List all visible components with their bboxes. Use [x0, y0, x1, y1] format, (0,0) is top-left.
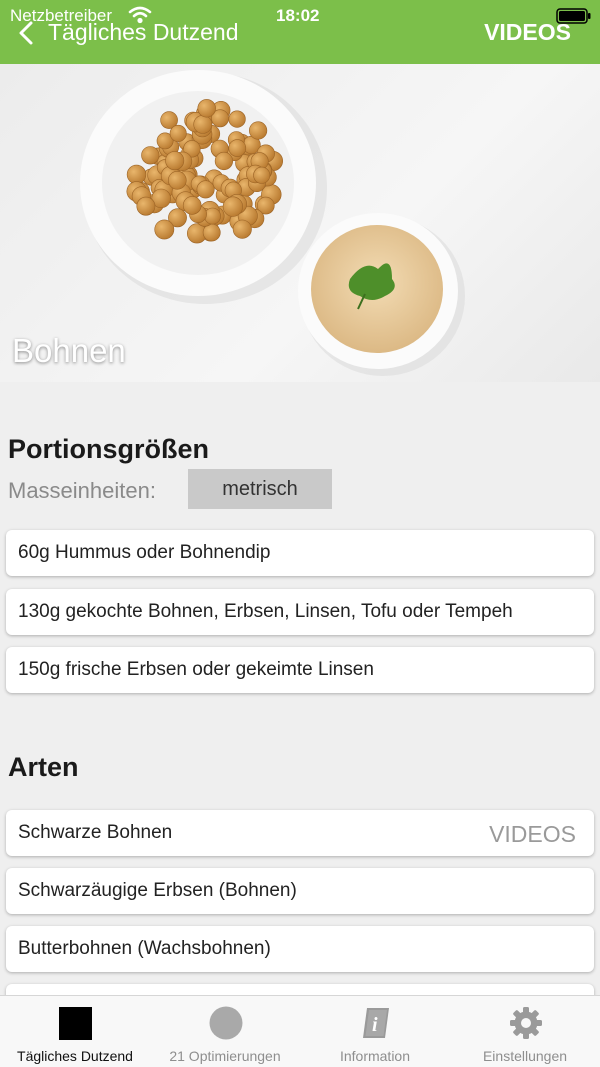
chickpea [228, 139, 247, 157]
chickpea [169, 124, 187, 142]
units-toggle-button[interactable]: metrisch [188, 469, 332, 509]
tab-information[interactable]: i Information [300, 996, 450, 1067]
chickpea [197, 99, 216, 118]
chickpea [165, 151, 185, 171]
tab-21-tweaks[interactable]: 21 Optimierungen [150, 996, 300, 1067]
tab-label: Tägliches Dutzend [17, 1048, 133, 1064]
chickpea [214, 151, 233, 171]
type-item-black-beans[interactable]: Schwarze Bohnen VIDEOS [6, 810, 594, 856]
videos-button[interactable]: VIDEOS [484, 19, 571, 46]
info-book-icon: i [363, 1008, 389, 1038]
gear-icon [510, 1007, 542, 1039]
portion-item: 60g Hummus oder Bohnendip [6, 530, 594, 576]
hero-image: Bohnen [0, 64, 600, 382]
tab-daily-dozen[interactable]: Tägliches Dutzend [0, 996, 150, 1067]
tab-label: 21 Optimierungen [169, 1048, 281, 1064]
square-icon [59, 1007, 92, 1040]
hero-title: Bohnen [12, 332, 126, 369]
svg-text:i: i [372, 1014, 378, 1036]
chickpea [168, 171, 187, 190]
chickpea [182, 196, 202, 215]
type-item-label: Butterbohnen (Wachsbohnen) [18, 938, 271, 959]
status-time: 18:02 [276, 6, 320, 25]
tab-bar: Tägliches Dutzend 21 Optimierungen i Inf… [0, 995, 600, 1067]
chickpea [232, 219, 252, 239]
chickpea [126, 164, 147, 185]
units-label: Masseinheiten: [8, 478, 156, 503]
chickpea [228, 110, 246, 128]
chickpea [222, 196, 243, 217]
header-bar: Netzbetreiber 18:02 Tägliches Dutzend VI… [0, 0, 600, 64]
back-chevron-icon[interactable] [16, 20, 36, 46]
chickpea [249, 121, 268, 140]
tab-label: Einstellungen [482, 1048, 568, 1064]
chickpea [253, 166, 271, 184]
types-title: Arten [8, 752, 79, 782]
portions-title: Portionsgrößen [8, 434, 209, 464]
type-videos-button[interactable]: VIDEOS [489, 821, 576, 848]
chickpea [204, 207, 221, 225]
circle-icon [209, 1006, 243, 1040]
back-button-label[interactable]: Tägliches Dutzend [48, 19, 239, 46]
chickpea [136, 196, 156, 216]
tab-label: Information [339, 1048, 411, 1064]
type-item-label: Schwarze Bohnen [18, 822, 173, 843]
chickpea [193, 115, 213, 134]
tab-settings[interactable]: Einstellungen [450, 996, 600, 1067]
type-item-butter-beans[interactable]: Butterbohnen (Wachsbohnen) [6, 926, 594, 972]
portion-item: 130g gekochte Bohnen, Erbsen, Linsen, To… [6, 589, 594, 635]
chickpea [141, 146, 160, 165]
type-item-black-eyed-peas[interactable]: Schwarzäugige Erbsen (Bohnen) [6, 868, 594, 914]
chickpea [196, 180, 215, 199]
type-item-label: Schwarzäugige Erbsen (Bohnen) [18, 880, 297, 901]
portion-item: 150g frische Erbsen oder gekeimte Linsen [6, 647, 594, 693]
chickpea [154, 219, 175, 240]
